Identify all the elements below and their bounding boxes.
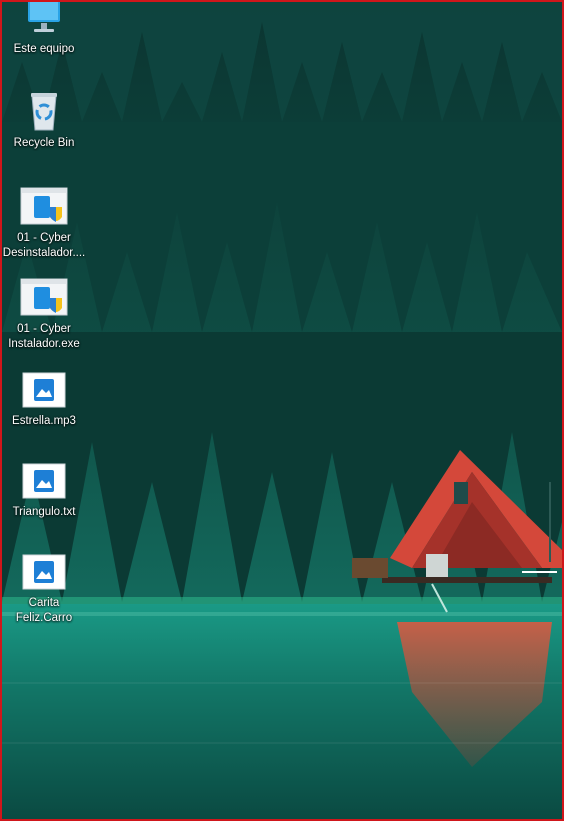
icon-label-triangulo: Triangulo.txt	[12, 506, 76, 518]
wallpaper-lake-cabin	[2, 2, 562, 819]
icon-label-cyber-instalador: 01 - Cyber Instalador.exe	[8, 323, 80, 350]
icon-label-este-equipo: Este equipo	[13, 43, 75, 55]
icon-label-cyber-desinstalador: 01 - Cyber Desinstalador....	[2, 232, 86, 259]
desktop: Este equipo Recycle Bin 01 - Cyber Desin…	[0, 0, 564, 821]
desktop-icon-triangulo[interactable]: Triangulo.txt	[4, 459, 84, 520]
desktop-icon-carita-feliz[interactable]: Carita Feliz.Carro	[4, 550, 84, 626]
desktop-icon-estrella[interactable]: Estrella.mp3	[4, 368, 84, 429]
installer-shield-icon	[20, 276, 68, 320]
icon-label-estrella: Estrella.mp3	[12, 415, 76, 427]
photos-file-icon	[20, 550, 68, 594]
photos-file-icon	[20, 368, 68, 412]
icon-label-recycle-bin: Recycle Bin	[13, 137, 75, 149]
installer-shield-icon	[20, 185, 68, 229]
recycle-bin-icon	[20, 90, 68, 134]
desktop-icon-cyber-instalador[interactable]: 01 - Cyber Instalador.exe	[4, 276, 84, 352]
icon-label-carita-feliz: Carita Feliz.Carro	[15, 597, 73, 624]
desktop-icon-este-equipo[interactable]: Este equipo	[4, 2, 84, 57]
desktop-icon-recycle-bin[interactable]: Recycle Bin	[4, 90, 84, 151]
computer-icon	[20, 2, 68, 40]
desktop-icon-cyber-desinstalador[interactable]: 01 - Cyber Desinstalador....	[2, 185, 86, 261]
photos-file-icon	[20, 459, 68, 503]
